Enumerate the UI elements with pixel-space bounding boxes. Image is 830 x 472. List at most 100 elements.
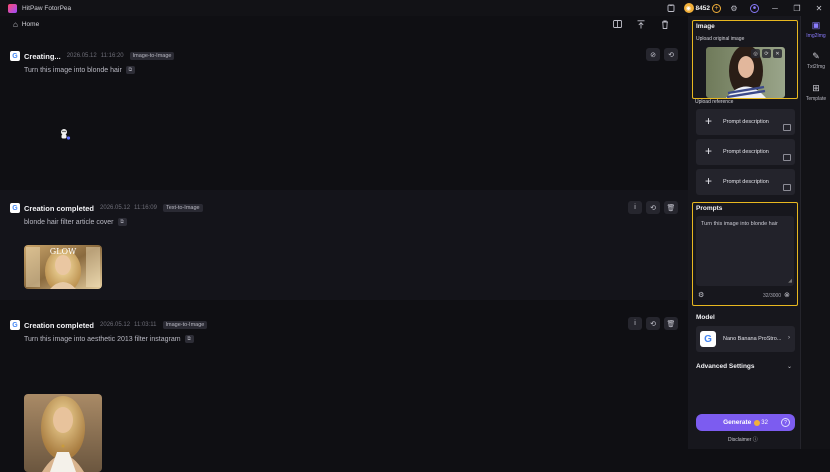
- card-time: 11:16:20: [100, 53, 124, 59]
- coin-icon: [754, 419, 761, 426]
- chevron-down-icon[interactable]: ⌄: [787, 363, 792, 370]
- card-status: Creation completed: [24, 203, 95, 213]
- rail-item-template[interactable]: ⊞ Template: [801, 83, 830, 102]
- reference-slot[interactable]: + Prompt description: [696, 109, 795, 135]
- add-icon: +: [705, 174, 713, 188]
- title-bar: HitPaw FotorPea ◉ 8452 + ⚙ ─ ❐ ✕: [0, 0, 830, 16]
- account-icon[interactable]: [747, 1, 761, 15]
- image-icon: ▣: [811, 20, 821, 30]
- close-button[interactable]: ✕: [808, 0, 830, 16]
- compare-icon[interactable]: [610, 17, 624, 31]
- card-prompt-text: Turn this image into blonde hair: [24, 66, 122, 74]
- image-section-title: Image: [696, 23, 715, 30]
- trash-icon[interactable]: 🗑: [664, 201, 678, 214]
- text-image-icon: ✎: [812, 51, 820, 61]
- chevron-right-icon: ›: [788, 335, 790, 341]
- mode-rail: ▣ Img2Img ✎ Txt2Img ⊞ Template: [800, 16, 830, 449]
- loading-indicator: [58, 127, 72, 141]
- rail-item-txt2img[interactable]: ✎ Txt2Img: [801, 51, 830, 70]
- add-icon: +: [705, 114, 713, 128]
- app-logo: [8, 3, 17, 13]
- card-prompt: blonde hair filter article cover ⧉: [24, 218, 127, 226]
- google-icon: G: [10, 51, 20, 61]
- card-actions: i ⟲ 🗑: [624, 317, 678, 330]
- info-icon[interactable]: i: [628, 317, 642, 330]
- advanced-settings[interactable]: Advanced Settings: [696, 363, 755, 370]
- creation-feed: G Creating... 2026.05.12 11:16:20 Image-…: [0, 32, 688, 472]
- card-date: 2026.05.12: [66, 53, 97, 59]
- add-icon: +: [705, 144, 713, 158]
- settings-icon[interactable]: ⚙: [727, 1, 741, 15]
- home-icon[interactable]: ⌂: [13, 20, 18, 29]
- resize-handle-icon[interactable]: ◢: [788, 278, 792, 284]
- rail-item-img2img[interactable]: ▣ Img2Img: [801, 20, 830, 39]
- image-icon: [783, 154, 791, 161]
- card-time: 11:03:11: [134, 322, 157, 328]
- info-icon: ⓘ: [752, 437, 758, 443]
- uploaded-image[interactable]: ◎ ⟳ ✕: [706, 47, 785, 98]
- help-icon[interactable]: ?: [781, 418, 790, 427]
- card-status: Creation completed: [24, 320, 95, 330]
- trash-icon[interactable]: [658, 17, 672, 31]
- image-tools: ◎ ⟳ ✕: [749, 49, 782, 58]
- replace-icon[interactable]: ⟳: [762, 49, 771, 58]
- camera-icon[interactable]: ◎: [751, 49, 760, 58]
- app-title: HitPaw FotorPea: [22, 4, 72, 12]
- card-header: G Creation completed 2026.05.12 11:16:09…: [10, 201, 203, 215]
- regenerate-icon[interactable]: ⟲: [664, 48, 678, 61]
- creation-card: G Creating... 2026.05.12 11:16:20 Image-…: [0, 32, 688, 190]
- prompt-input-text: Turn this image into blonde hair: [701, 221, 778, 227]
- info-icon[interactable]: i: [628, 201, 642, 214]
- template-icon: ⊞: [812, 83, 820, 93]
- card-status: Creating...: [24, 51, 61, 61]
- result-thumbnail[interactable]: [24, 394, 102, 472]
- image-icon: [783, 184, 791, 191]
- rail-label: Img2Img: [806, 33, 826, 39]
- result-thumbnail[interactable]: GLOW: [24, 245, 102, 289]
- generate-cost: 32: [761, 419, 768, 426]
- prompt-settings-icon[interactable]: ⚙: [698, 291, 704, 299]
- trash-icon[interactable]: 🗑: [664, 317, 678, 330]
- reference-slot[interactable]: + Prompt description: [696, 139, 795, 165]
- copy-icon[interactable]: ⧉: [125, 66, 135, 74]
- credits-display[interactable]: ◉ 8452 +: [683, 3, 721, 13]
- card-type-tag: Text-to-Image: [162, 204, 203, 212]
- home-bar: ⌂ Home: [0, 16, 688, 32]
- copy-icon[interactable]: ⧉: [184, 335, 194, 343]
- minimize-button[interactable]: ─: [764, 0, 786, 16]
- clear-prompt-icon[interactable]: ⊗: [784, 291, 790, 299]
- card-date: 2026.05.12: [100, 205, 131, 211]
- model-title: Model: [696, 314, 715, 321]
- copy-icon[interactable]: ⧉: [117, 218, 127, 226]
- cancel-icon[interactable]: ⊘: [646, 48, 660, 61]
- card-type-tag: Image-to-Image: [162, 321, 208, 329]
- creation-card: G Creation completed 2026.05.12 11:03:11…: [0, 300, 688, 472]
- prompt-counter: 32/3000: [763, 293, 782, 299]
- regenerate-icon[interactable]: ⟲: [646, 201, 660, 214]
- rail-label: Template: [805, 96, 827, 102]
- coin-icon: ◉: [683, 3, 694, 13]
- regenerate-icon[interactable]: ⟲: [646, 317, 660, 330]
- disclaimer-link[interactable]: Disclaimer ⓘ: [728, 436, 758, 443]
- reference-slot[interactable]: + Prompt description: [696, 169, 795, 195]
- card-prompt: Turn this image into aesthetic 2013 filt…: [24, 335, 194, 343]
- card-header: G Creation completed 2026.05.12 11:03:11…: [10, 318, 208, 332]
- upload-reference-label: Upload reference: [695, 99, 734, 105]
- home-link[interactable]: Home: [22, 21, 39, 28]
- card-date: 2026.05.12: [100, 322, 131, 328]
- restore-button[interactable]: ❐: [786, 0, 808, 16]
- card-actions: i ⟲ 🗑: [624, 201, 678, 214]
- model-name: Nano Banana ProStro...: [723, 336, 782, 342]
- disclaimer-label: Disclaimer: [728, 437, 752, 443]
- card-header: G Creating... 2026.05.12 11:16:20 Image-…: [10, 49, 175, 63]
- reference-label: Prompt description: [723, 149, 769, 155]
- delete-image-icon[interactable]: ✕: [773, 49, 782, 58]
- google-icon: G: [10, 320, 20, 330]
- add-credits-icon[interactable]: +: [712, 3, 721, 13]
- model-selector[interactable]: G Nano Banana ProStro... ›: [696, 326, 795, 352]
- clipboard-icon[interactable]: [664, 1, 678, 15]
- upload-icon[interactable]: [634, 17, 648, 31]
- prompt-input[interactable]: Turn this image into blonde hair ◢: [696, 216, 794, 286]
- generate-button[interactable]: Generate 32 ?: [696, 414, 795, 431]
- rail-label: Txt2Img: [806, 64, 826, 70]
